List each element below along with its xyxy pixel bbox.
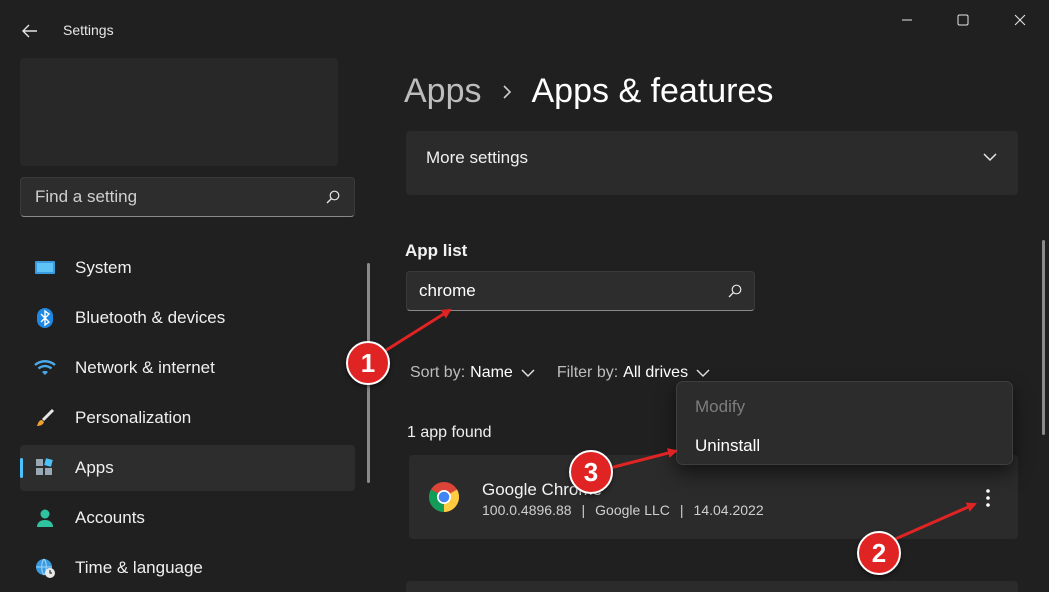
minimize-button[interactable] [884, 0, 930, 40]
app-publisher: Google LLC [595, 502, 670, 518]
settings-search-placeholder: Find a setting [35, 187, 138, 206]
chevron-down-icon [521, 369, 535, 377]
app-install-date: 14.04.2022 [693, 502, 764, 518]
app-search-value: chrome [419, 281, 476, 300]
sidebar-nav: System Bluetooth & devices Network & int… [20, 245, 355, 592]
apps-icon [34, 457, 56, 479]
user-profile-block [20, 58, 338, 166]
sort-label: Sort by: [410, 364, 466, 381]
separator: | [679, 502, 684, 518]
globe-clock-icon [34, 557, 56, 579]
close-icon [1014, 14, 1026, 26]
sort-value: Name [470, 364, 513, 381]
app-context-menu: Modify Uninstall [676, 381, 1013, 465]
chevron-right-icon [502, 84, 512, 100]
window-title: Settings [63, 22, 114, 38]
close-button[interactable] [997, 0, 1043, 40]
app-version: 100.0.4896.88 [482, 502, 572, 518]
annotation-badge-2: 2 [857, 531, 901, 575]
sidebar-item-accounts[interactable]: Accounts [20, 495, 355, 541]
next-list-item [406, 581, 1018, 592]
sidebar-item-system[interactable]: System [20, 245, 355, 291]
page-title: Apps & features [531, 72, 774, 110]
sidebar-item-label: Bluetooth & devices [75, 308, 226, 327]
maximize-button[interactable] [940, 0, 986, 40]
more-settings-expander[interactable]: More settings [406, 131, 1018, 195]
sidebar-item-apps[interactable]: Apps [20, 445, 355, 491]
sidebar-item-time-language[interactable]: Time & language [20, 545, 355, 591]
bluetooth-icon [34, 307, 56, 329]
arrow-left-icon [22, 24, 37, 38]
sidebar-item-label: System [75, 258, 132, 277]
filter-value: All drives [623, 364, 689, 381]
sidebar-item-network[interactable]: Network & internet [20, 345, 355, 391]
sidebar-item-label: Accounts [75, 508, 145, 527]
sidebar-item-label: Personalization [75, 408, 192, 427]
filter-dropdown[interactable]: Filter by: All drives [557, 364, 710, 382]
chrome-icon [428, 481, 460, 513]
sidebar-item-bluetooth[interactable]: Bluetooth & devices [20, 295, 355, 341]
minimize-icon [902, 19, 912, 21]
wifi-icon [34, 357, 56, 379]
annotation-badge-1: 1 [346, 341, 390, 385]
sort-dropdown[interactable]: Sort by: Name [410, 364, 535, 382]
chevron-down-icon [983, 153, 997, 162]
search-icon [326, 190, 340, 204]
monitor-icon [34, 257, 56, 279]
app-details: 100.0.4896.88 | Google LLC | 14.04.2022 [482, 502, 764, 518]
sidebar-item-label: Network & internet [75, 358, 215, 377]
brush-icon [34, 407, 56, 429]
search-icon [728, 284, 742, 298]
main-scrollbar[interactable] [1042, 240, 1045, 435]
app-search-input[interactable]: chrome [406, 271, 755, 311]
breadcrumb: Apps Apps & features [404, 72, 773, 111]
more-vertical-icon [986, 489, 990, 507]
settings-search-box[interactable]: Find a setting [20, 177, 355, 217]
separator: | [581, 502, 586, 518]
menu-item-modify[interactable]: Modify [695, 397, 745, 417]
more-settings-label: More settings [426, 148, 529, 167]
chevron-down-icon [696, 369, 710, 377]
app-more-options-button[interactable] [974, 484, 1002, 512]
sort-filter-row: Sort by: Name Filter by: All drives [410, 364, 732, 382]
sidebar-item-label: Time & language [75, 558, 203, 577]
back-button[interactable] [14, 16, 46, 46]
annotation-badge-3: 3 [569, 450, 613, 494]
breadcrumb-parent-apps[interactable]: Apps [404, 72, 482, 111]
filter-label: Filter by: [556, 364, 619, 381]
app-count-label: 1 app found [407, 424, 492, 441]
sidebar-item-personalization[interactable]: Personalization [20, 395, 355, 441]
menu-item-uninstall[interactable]: Uninstall [695, 436, 760, 456]
person-icon [34, 507, 56, 529]
sidebar-item-label: Apps [75, 458, 114, 477]
app-list-heading: App list [405, 241, 468, 260]
annotation-arrow-1 [379, 308, 452, 356]
maximize-icon [957, 14, 969, 26]
